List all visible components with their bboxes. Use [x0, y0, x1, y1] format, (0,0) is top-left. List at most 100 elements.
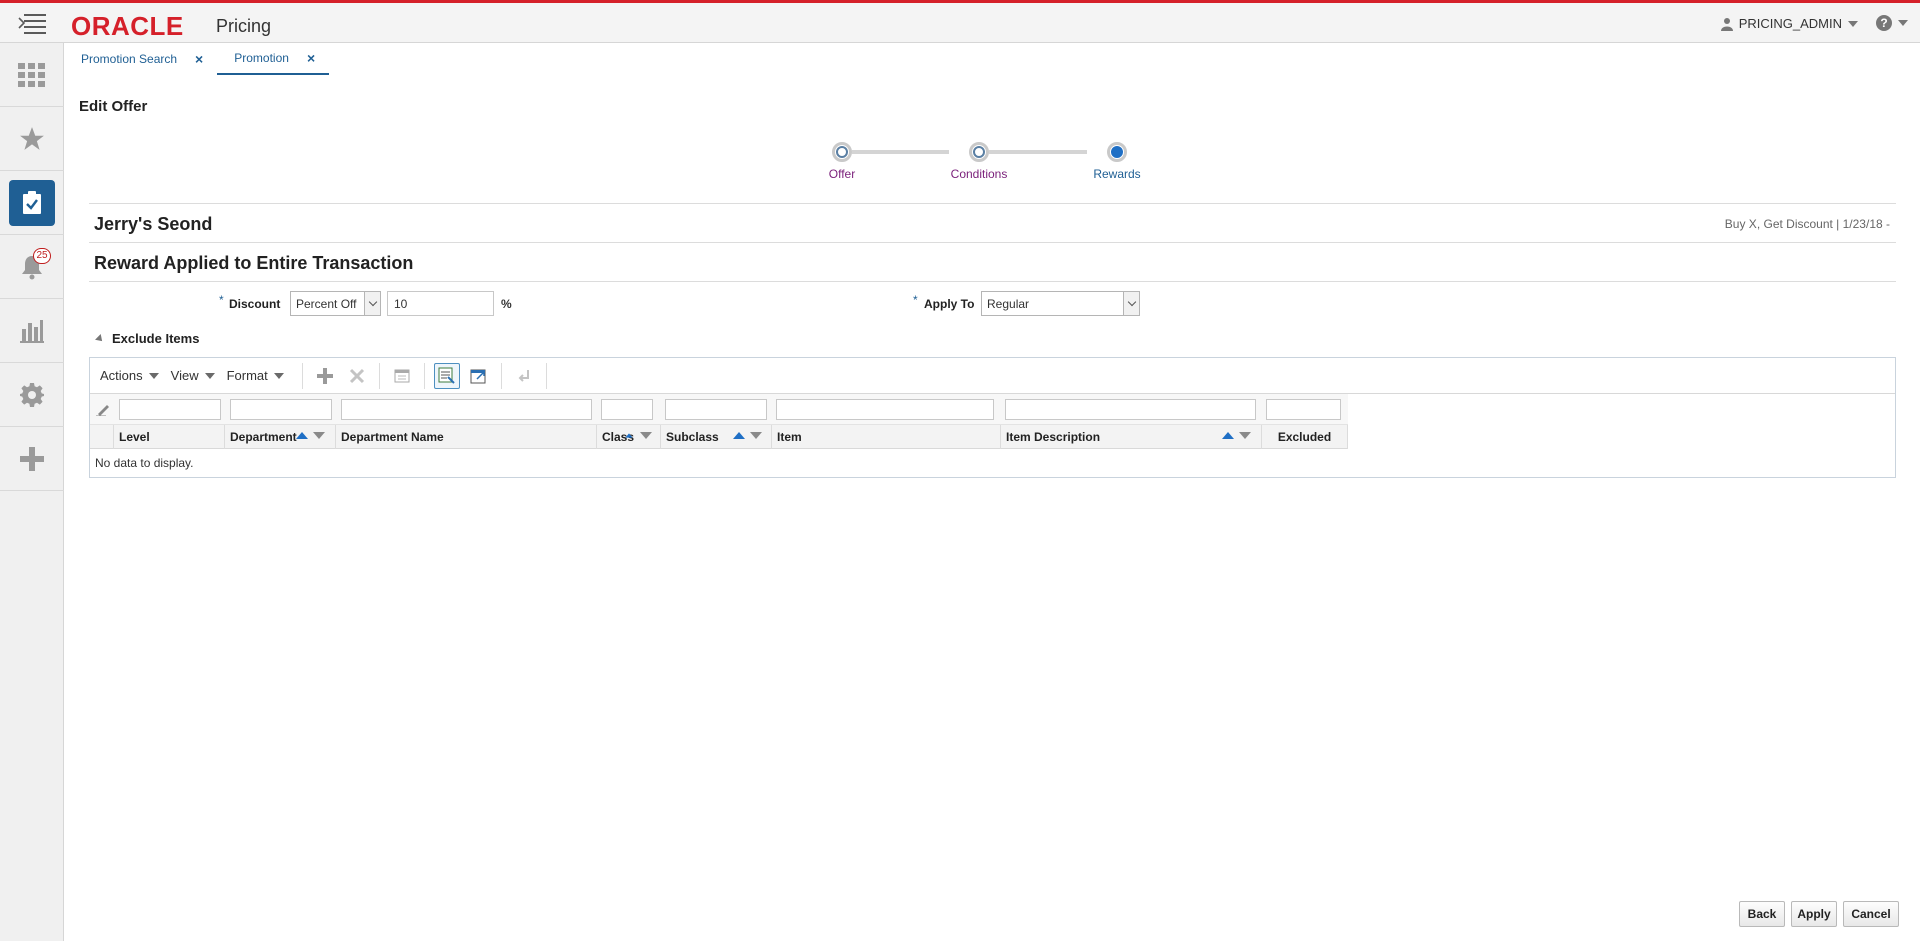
sort-ascending-icon[interactable] [625, 433, 633, 438]
sidebar-item-tasks[interactable] [0, 171, 64, 235]
column-label: Item Description [1006, 430, 1101, 444]
empty-table-message: No data to display. [95, 456, 194, 470]
clear-filter-icon[interactable] [96, 402, 110, 416]
discount-value-input[interactable]: 10 [387, 291, 494, 316]
help-menu[interactable]: ? [1876, 15, 1908, 31]
actions-menu[interactable]: Actions [100, 368, 159, 383]
train-stop-rewards[interactable] [1107, 142, 1127, 162]
column-header-item[interactable]: Item [772, 425, 1001, 449]
tab-label: Promotion Search [81, 52, 178, 66]
add-row-button[interactable] [312, 363, 338, 389]
sort-controls[interactable] [623, 432, 652, 439]
train-stop-offer[interactable] [832, 142, 852, 162]
chevron-down-icon [1898, 20, 1908, 26]
query-filter-icon [438, 367, 455, 384]
column-header-subclass[interactable]: Subclass [661, 425, 772, 449]
apply-to-value: Regular [987, 296, 1030, 311]
toolbar-separator [378, 362, 380, 389]
train-label-conditions[interactable]: Conditions [951, 167, 1008, 181]
sidebar-item-favorites[interactable] [0, 107, 64, 171]
column-header-level[interactable]: Level [114, 425, 225, 449]
back-button[interactable]: Back [1739, 901, 1785, 927]
column-header-excluded[interactable]: Excluded [1262, 425, 1348, 449]
delete-row-button[interactable] [344, 363, 370, 389]
filter-department[interactable] [230, 399, 332, 420]
sidebar-item-notifications[interactable]: 25 [0, 235, 64, 299]
offer-name: Jerry's Seond [94, 214, 213, 234]
sort-descending-icon[interactable] [313, 432, 325, 439]
apply-to-select[interactable]: Regular [981, 291, 1140, 316]
column-header-department-name[interactable]: Department Name [336, 425, 597, 449]
toolbar-separator [545, 362, 547, 389]
close-icon[interactable]: × [307, 50, 315, 66]
sort-descending-icon[interactable] [640, 432, 652, 439]
app-header: ORACLE Pricing PRICING_ADMIN ? [0, 0, 1920, 43]
apply-button[interactable]: Apply [1791, 901, 1837, 927]
tab-promotion-search[interactable]: Promotion Search × [64, 43, 217, 75]
clipboard-check-icon [23, 190, 41, 214]
filter-item[interactable] [776, 399, 994, 420]
chevron-down-icon [364, 292, 380, 315]
navigator-menu-icon[interactable] [18, 14, 46, 34]
chevron-down-icon [204, 372, 215, 379]
filter-subclass[interactable] [665, 399, 767, 420]
filter-item-description[interactable] [1005, 399, 1256, 420]
format-menu[interactable]: Format [227, 368, 284, 383]
detach-icon [470, 369, 486, 383]
sort-descending-icon[interactable] [1239, 432, 1251, 439]
user-menu[interactable]: PRICING_ADMIN [1720, 16, 1858, 31]
collapse-triangle-icon [95, 333, 105, 344]
close-icon[interactable]: × [195, 51, 203, 67]
train-stop-conditions[interactable] [969, 142, 989, 162]
divider [89, 242, 1896, 243]
toolbar-separator [423, 362, 425, 389]
tab-label: Promotion [234, 51, 289, 65]
exclude-items-toggle[interactable]: Exclude Items [95, 331, 200, 346]
wrap-button[interactable] [511, 363, 537, 389]
column-label: Department Name [341, 430, 444, 444]
chevron-down-icon [1848, 20, 1858, 27]
filter-excluded[interactable] [1266, 399, 1341, 420]
filter-class[interactable] [601, 399, 653, 420]
exclude-items-title: Exclude Items [112, 331, 200, 346]
sidebar-item-reports[interactable] [0, 299, 64, 363]
view-menu[interactable]: View [171, 368, 215, 383]
tab-promotion[interactable]: Promotion × [217, 43, 330, 75]
sidebar-item-apps[interactable] [0, 43, 64, 107]
freeze-button[interactable] [389, 363, 415, 389]
section-title: Reward Applied to Entire Transaction [94, 253, 414, 273]
cancel-button[interactable]: Cancel [1843, 901, 1899, 927]
bar-chart-icon [20, 319, 44, 343]
filter-department-name[interactable] [341, 399, 592, 420]
sort-ascending-icon[interactable] [296, 432, 308, 439]
apply-to-label: Apply To [924, 297, 975, 311]
sort-controls[interactable] [733, 432, 762, 439]
freeze-icon [394, 369, 410, 382]
sidebar-item-settings[interactable] [0, 363, 64, 427]
sort-controls[interactable] [296, 432, 325, 439]
required-indicator: * [913, 293, 918, 307]
train-label-offer[interactable]: Offer [829, 167, 855, 181]
progress-train: Offer Conditions Rewards [829, 140, 1150, 190]
filter-row [90, 394, 1348, 425]
table-header: Level Department Department Name Class S… [90, 425, 1348, 449]
query-by-example-button[interactable] [433, 362, 460, 389]
sort-descending-icon[interactable] [750, 432, 762, 439]
notification-badge: 25 [33, 248, 51, 264]
column-header-department[interactable]: Department [225, 425, 336, 449]
filter-level[interactable] [119, 399, 221, 420]
train-connector [989, 150, 1087, 154]
column-header-class[interactable]: Class [597, 425, 661, 449]
column-label: Department [230, 430, 297, 444]
sort-ascending-icon[interactable] [733, 432, 745, 439]
divider [89, 281, 1896, 282]
discount-type-select[interactable]: Percent Off [290, 291, 381, 316]
page-title: Edit Offer [79, 98, 148, 115]
sort-controls[interactable] [1222, 432, 1251, 439]
wrap-icon [518, 369, 529, 382]
column-header-item-description[interactable]: Item Description [1001, 425, 1262, 449]
train-label-rewards[interactable]: Rewards [1093, 167, 1140, 181]
detach-button[interactable] [466, 363, 492, 389]
sort-ascending-icon[interactable] [1222, 432, 1234, 439]
sidebar-item-add[interactable] [0, 427, 64, 491]
